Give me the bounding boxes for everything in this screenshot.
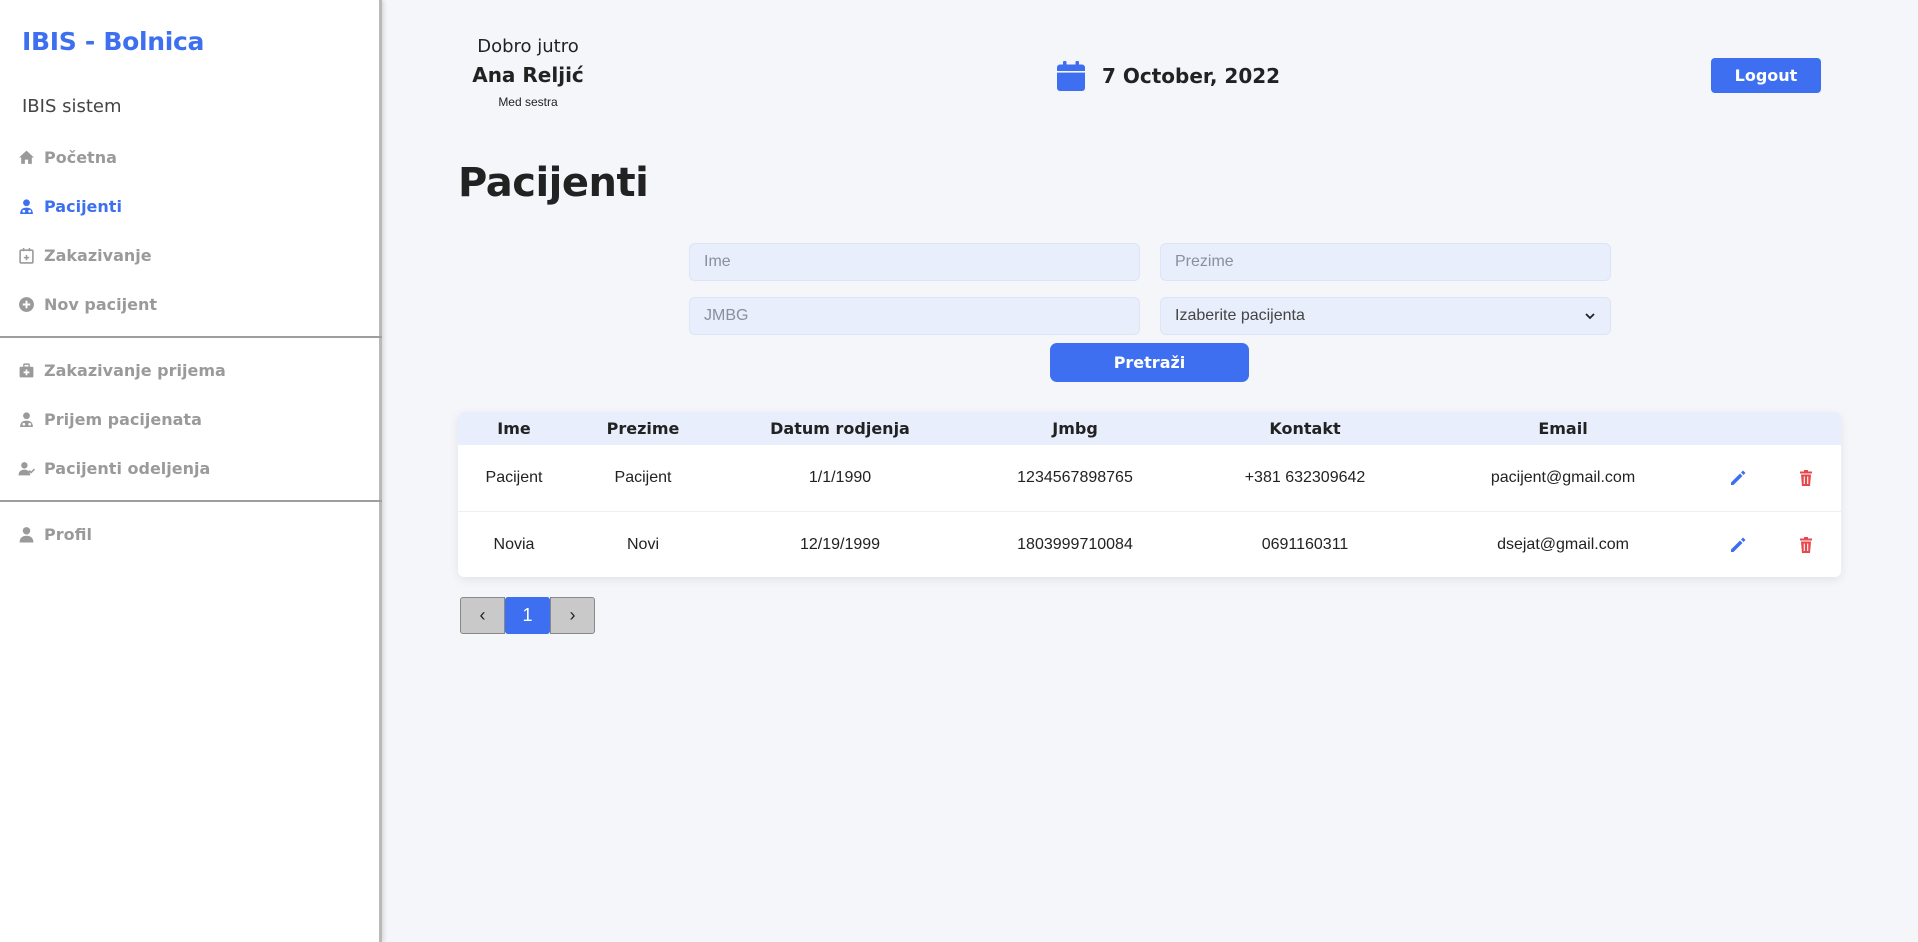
sidebar-item-label: Profil: [44, 524, 92, 544]
cell-jmbg: 1234567898765: [1017, 469, 1133, 486]
column-header-ime: Ime: [497, 419, 531, 438]
sidebar-divider: [0, 500, 382, 502]
edit-icon[interactable]: [1728, 535, 1748, 555]
sidebar-item-label: Pacijenti odeljenja: [44, 458, 211, 478]
cell-email: dsejat@gmail.com: [1497, 536, 1629, 553]
medkit-icon: [19, 362, 34, 377]
cell-datum-rodjenja: 1/1/1990: [808, 469, 872, 486]
sidebar-item-zakazivanje[interactable]: Zakazivanje: [18, 242, 152, 268]
page-button-current[interactable]: 1: [505, 597, 550, 634]
table-header: Ime Prezime Datum rodjenja Jmbg Kontakt …: [458, 412, 1841, 445]
page-title: Pacijenti: [458, 160, 649, 206]
calendar-plus-icon: [19, 247, 34, 264]
sidebar-item-zakazivanje-prijema[interactable]: Zakazivanje prijema: [18, 357, 226, 383]
doctor-icon: [20, 411, 33, 427]
logout-button[interactable]: Logout: [1711, 58, 1821, 93]
patient-select[interactable]: Izaberite pacijenta: [1160, 297, 1611, 335]
plus-circle-icon: [19, 296, 34, 312]
brand-title[interactable]: IBIS - Bolnica: [22, 27, 204, 56]
column-header-kontakt: Kontakt: [1269, 419, 1341, 438]
cell-jmbg: 1803999710084: [1017, 536, 1133, 553]
sidebar-item-label: Zakazivanje: [44, 245, 152, 265]
first-name-input[interactable]: [689, 243, 1140, 281]
search-button[interactable]: Pretraži: [1050, 343, 1249, 382]
last-name-input[interactable]: [1160, 243, 1611, 281]
edit-icon[interactable]: [1728, 468, 1748, 488]
sidebar-item-profil[interactable]: Profil: [18, 521, 92, 547]
cell-ime: Novia: [493, 536, 535, 553]
user-icon: [19, 526, 34, 542]
cell-email: pacijent@gmail.com: [1490, 469, 1636, 486]
trash-icon[interactable]: [1796, 535, 1816, 555]
users-icon: [18, 461, 35, 475]
sidebar: IBIS - Bolnica IBIS sistem Početna Pacij…: [0, 0, 382, 942]
column-header-prezime: Prezime: [606, 419, 680, 438]
column-header-jmbg: Jmbg: [1052, 419, 1098, 438]
chevron-down-icon: [1585, 313, 1595, 320]
sidebar-item-label: Početna: [44, 147, 117, 167]
calendar-icon: [1057, 61, 1085, 91]
sidebar-item-pacijenti[interactable]: Pacijenti: [18, 193, 122, 219]
cell-ime: Pacijent: [485, 469, 543, 486]
next-page-button[interactable]: ›: [550, 597, 595, 634]
cell-datum-rodjenja: 12/19/1999: [799, 536, 881, 553]
column-header-email: Email: [1538, 419, 1588, 438]
home-icon: [19, 150, 34, 164]
column-header-datum-rodjenja: Datum rodjenja: [770, 419, 910, 438]
sidebar-item-nov-pacijent[interactable]: Nov pacijent: [18, 291, 157, 317]
date-text: 7 October, 2022: [1102, 64, 1281, 88]
table-row: Pacijent Pacijent 1/1/1990 1234567898765…: [458, 445, 1841, 511]
sidebar-item-label: Zakazivanje prijema: [44, 360, 226, 380]
user-greeting: Dobro jutro Ana Reljić Med sestra: [450, 36, 606, 109]
cell-kontakt: +381 632309642: [1244, 469, 1366, 486]
previous-page-button[interactable]: ‹: [460, 597, 505, 634]
cell-prezime: Novi: [626, 536, 660, 553]
greeting-text: Dobro jutro: [477, 36, 579, 57]
jmbg-input[interactable]: [689, 297, 1140, 335]
sidebar-item-label: Pacijenti: [44, 196, 122, 216]
sidebar-item-pocetna[interactable]: Početna: [18, 144, 117, 170]
sidebar-item-pacijenti-odeljenja[interactable]: Pacijenti odeljenja: [18, 455, 210, 481]
patient-select-value: Izaberite pacijenta: [1175, 307, 1305, 324]
doctor-icon: [20, 198, 33, 214]
system-subtitle: IBIS sistem: [22, 96, 122, 117]
sidebar-item-prijem-pacijenata[interactable]: Prijem pacijenata: [18, 406, 202, 432]
user-role: Med sestra: [498, 95, 558, 109]
table-row: Novia Novi 12/19/1999 1803999710084 0691…: [458, 511, 1841, 577]
user-name: Ana Reljić: [472, 63, 584, 87]
trash-icon[interactable]: [1796, 468, 1816, 488]
cell-prezime: Pacijent: [614, 469, 672, 486]
pagination: ‹ 1 ›: [460, 597, 595, 634]
sidebar-divider: [0, 336, 382, 338]
patients-table: Ime Prezime Datum rodjenja Jmbg Kontakt …: [458, 412, 1841, 577]
cell-kontakt: 0691160311: [1261, 536, 1349, 553]
current-date: 7 October, 2022: [1057, 61, 1280, 91]
sidebar-item-label: Nov pacijent: [44, 294, 157, 314]
sidebar-item-label: Prijem pacijenata: [44, 409, 202, 429]
